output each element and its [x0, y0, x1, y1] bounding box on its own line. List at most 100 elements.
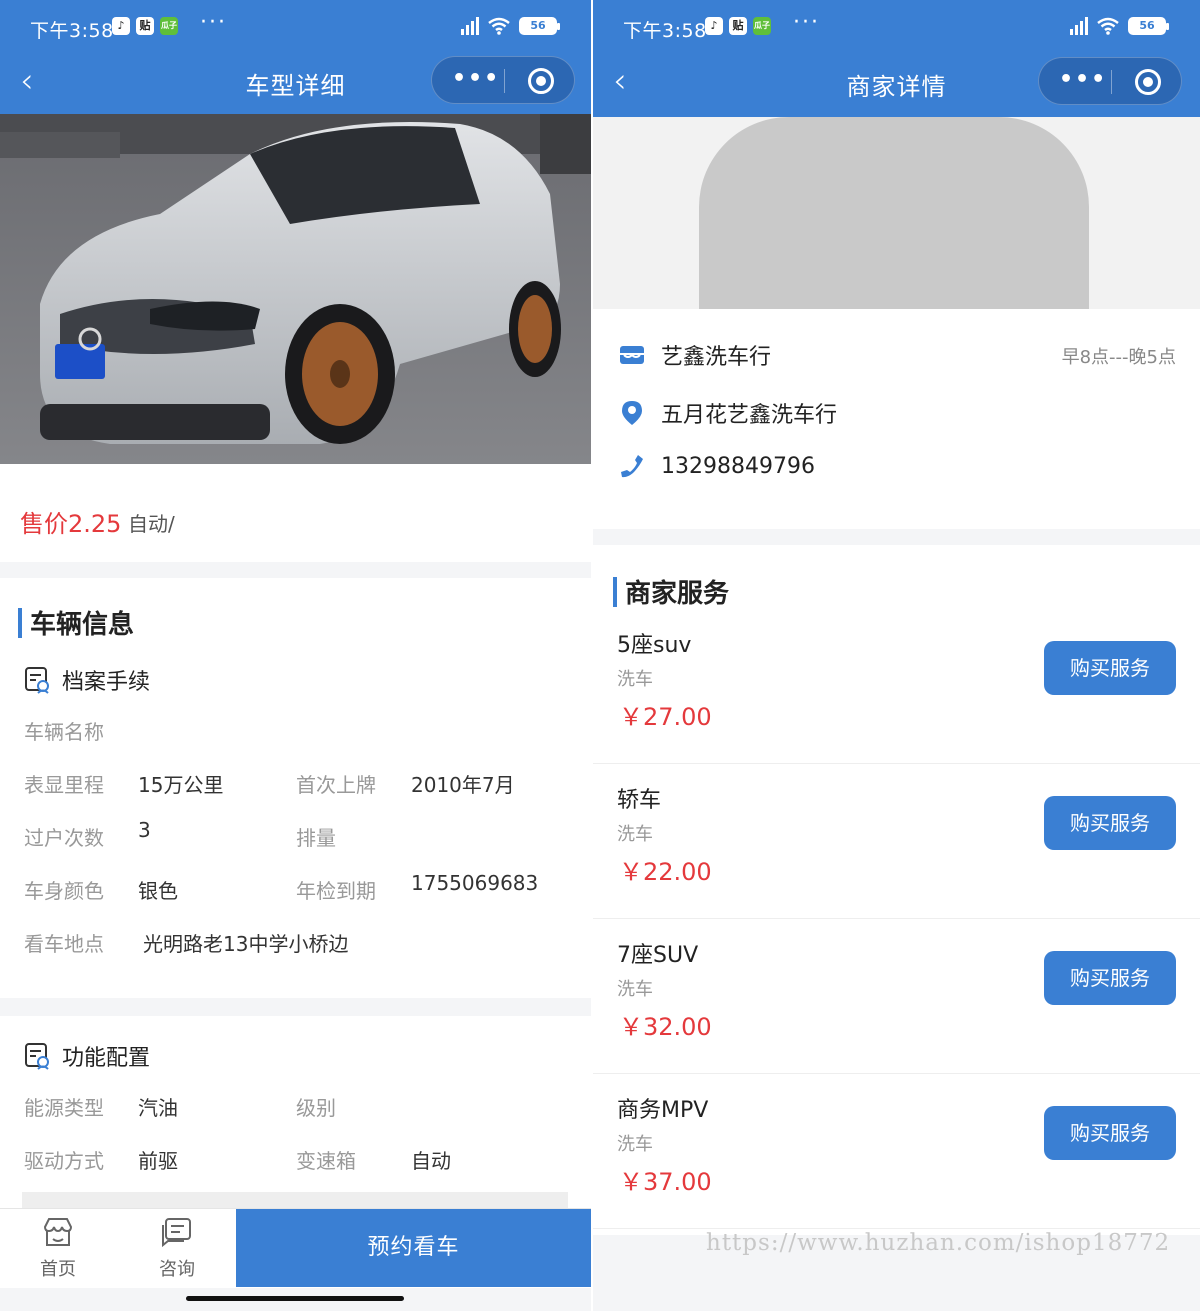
service-item: 5座suv 洗车 ￥27.00 购买服务	[593, 609, 1200, 764]
transmission-label: 变速箱	[296, 1149, 356, 1173]
shop-phone-row[interactable]: 13298849796	[619, 453, 815, 479]
price-section: 售价2.25 自动/	[0, 464, 591, 562]
book-viewing-button[interactable]: 预约看车	[236, 1209, 591, 1287]
more-menu-button[interactable]: •••	[1059, 67, 1107, 92]
mini-program-capsule: •••	[1038, 57, 1182, 105]
status-more-icon: ···	[793, 10, 820, 35]
signal-icon	[461, 17, 479, 35]
nav-bar: ‹ 商家详情 •••	[593, 54, 1200, 117]
status-time: 下午3:58	[30, 20, 114, 42]
shop-info-card: 艺鑫洗车行 早8点---晚5点 五月花艺鑫洗车行 13298849796	[593, 309, 1200, 529]
buy-service-button[interactable]: 购买服务	[1044, 796, 1176, 850]
buy-service-button[interactable]: 购买服务	[1044, 1106, 1176, 1160]
watermark: https://www.huzhan.com/ishop18772	[706, 1230, 1171, 1256]
vehicle-name-label: 车辆名称	[24, 720, 104, 744]
battery-icon: 56	[519, 17, 560, 35]
status-bar: 下午3:58 ♪ 贴 瓜子 ··· 56	[0, 0, 591, 54]
inspection-label: 年检到期	[296, 879, 376, 903]
store-icon	[43, 1218, 73, 1246]
archive-heading: 档案手续	[24, 664, 150, 696]
phone-icon	[621, 455, 643, 478]
function-config-heading: 功能配置	[24, 1040, 150, 1072]
shop-photo	[593, 117, 1200, 309]
service-price: ￥27.00	[619, 703, 712, 731]
energy-type-value: 汽油	[138, 1096, 178, 1120]
tieba-icon: 贴	[136, 17, 154, 35]
transmission-value: 自动	[411, 1149, 451, 1173]
document-icon	[25, 1043, 49, 1070]
service-name: 商务MPV	[617, 1098, 709, 1123]
close-mini-program-button[interactable]	[1135, 69, 1161, 95]
service-price: ￥37.00	[619, 1168, 712, 1196]
tab-home[interactable]: 首页	[18, 1215, 98, 1281]
status-more-icon: ···	[200, 10, 227, 35]
service-price: ￥22.00	[619, 858, 712, 886]
shop-name: 艺鑫洗车行	[661, 345, 772, 370]
status-time: 下午3:58	[623, 20, 707, 42]
viewing-location-label: 看车地点	[24, 932, 104, 956]
buy-service-button[interactable]: 购买服务	[1044, 641, 1176, 695]
service-name: 7座SUV	[617, 943, 699, 968]
first-registration-value: 2010年7月	[411, 773, 515, 797]
body-color-label: 车身颜色	[24, 879, 104, 903]
energy-type-label: 能源类型	[24, 1096, 104, 1120]
sale-price: 售价2.25	[20, 510, 122, 538]
viewing-location-value: 光明路老13中学小桥边	[143, 932, 349, 956]
service-name: 5座suv	[617, 633, 692, 658]
shop-icon	[620, 346, 644, 364]
vehicle-info-card: 车辆信息 档案手续 车辆名称 表显里程 15万公里 首次上牌 2010年7月 过…	[0, 578, 591, 998]
close-mini-program-button[interactable]	[528, 68, 554, 94]
function-config-card: 功能配置 能源类型 汽油 级别 驱动方式 前驱 变速箱 自动	[0, 1016, 591, 1216]
services-card: 商家服务 5座suv 洗车 ￥27.00 购买服务 轿车 洗车 ￥22.00 购…	[593, 545, 1200, 1235]
gearbox-summary: 自动/	[128, 512, 175, 536]
mini-program-capsule: •••	[431, 56, 575, 104]
shop-address: 五月花艺鑫洗车行	[661, 403, 838, 428]
body-color-value: 银色	[138, 879, 178, 903]
wifi-icon	[1096, 17, 1120, 35]
status-bar: 下午3:58 ♪ 贴 瓜子 ··· 56	[593, 0, 1200, 54]
wifi-icon	[487, 17, 511, 35]
business-hours: 早8点---晚5点	[1061, 347, 1176, 368]
tab-consult[interactable]: 咨询	[137, 1215, 217, 1281]
merchant-detail-screen: 下午3:58 ♪ 贴 瓜子 ··· 56 ‹ 商家详情 ••• 艺鑫洗车行 早8…	[593, 0, 1200, 1311]
tieba-icon: 贴	[729, 17, 747, 35]
mileage-value: 15万公里	[138, 773, 224, 797]
transfers-value: 3	[138, 818, 151, 842]
document-icon	[25, 667, 49, 694]
tiktok-icon: ♪	[112, 17, 130, 35]
service-name: 轿车	[617, 788, 662, 813]
location-pin-icon	[622, 401, 642, 425]
vehicle-info-heading: 车辆信息	[18, 604, 134, 641]
buy-service-button[interactable]: 购买服务	[1044, 951, 1176, 1005]
service-category: 洗车	[617, 824, 653, 845]
home-indicator	[186, 1296, 404, 1301]
guazi-icon: 瓜子	[753, 17, 771, 35]
displacement-label: 排量	[296, 826, 336, 850]
shop-name-row: 艺鑫洗车行	[619, 339, 771, 371]
level-label: 级别	[296, 1096, 336, 1120]
signal-icon	[1070, 17, 1088, 35]
service-price: ￥32.00	[619, 1013, 712, 1041]
service-item: 商务MPV 洗车 ￥37.00 购买服务	[593, 1074, 1200, 1229]
tiktok-icon: ♪	[705, 17, 723, 35]
service-item: 轿车 洗车 ￥22.00 购买服务	[593, 764, 1200, 919]
mileage-label: 表显里程	[24, 773, 104, 797]
message-icon	[162, 1218, 191, 1248]
drive-mode-label: 驱动方式	[24, 1149, 104, 1173]
car-photo	[0, 114, 591, 464]
shop-phone: 13298849796	[661, 453, 815, 479]
service-item: 7座SUV 洗车 ￥32.00 购买服务	[593, 919, 1200, 1074]
guazi-icon: 瓜子	[160, 17, 178, 35]
service-category: 洗车	[617, 979, 653, 1000]
car-detail-screen: 下午3:58 ♪ 贴 瓜子 ··· 56 ‹ 车型详细 ••• 售价2.25 自…	[0, 0, 591, 1311]
shop-address-row[interactable]: 五月花艺鑫洗车行	[619, 397, 837, 429]
service-category: 洗车	[617, 1134, 653, 1155]
nav-bar: ‹ 车型详细 •••	[0, 54, 591, 114]
services-heading: 商家服务	[613, 573, 729, 610]
more-menu-button[interactable]: •••	[452, 66, 500, 91]
first-registration-label: 首次上牌	[296, 773, 376, 797]
inspection-value: 1755069683	[411, 871, 539, 895]
drive-mode-value: 前驱	[138, 1149, 178, 1173]
transfers-label: 过户次数	[24, 826, 104, 850]
service-category: 洗车	[617, 669, 653, 690]
